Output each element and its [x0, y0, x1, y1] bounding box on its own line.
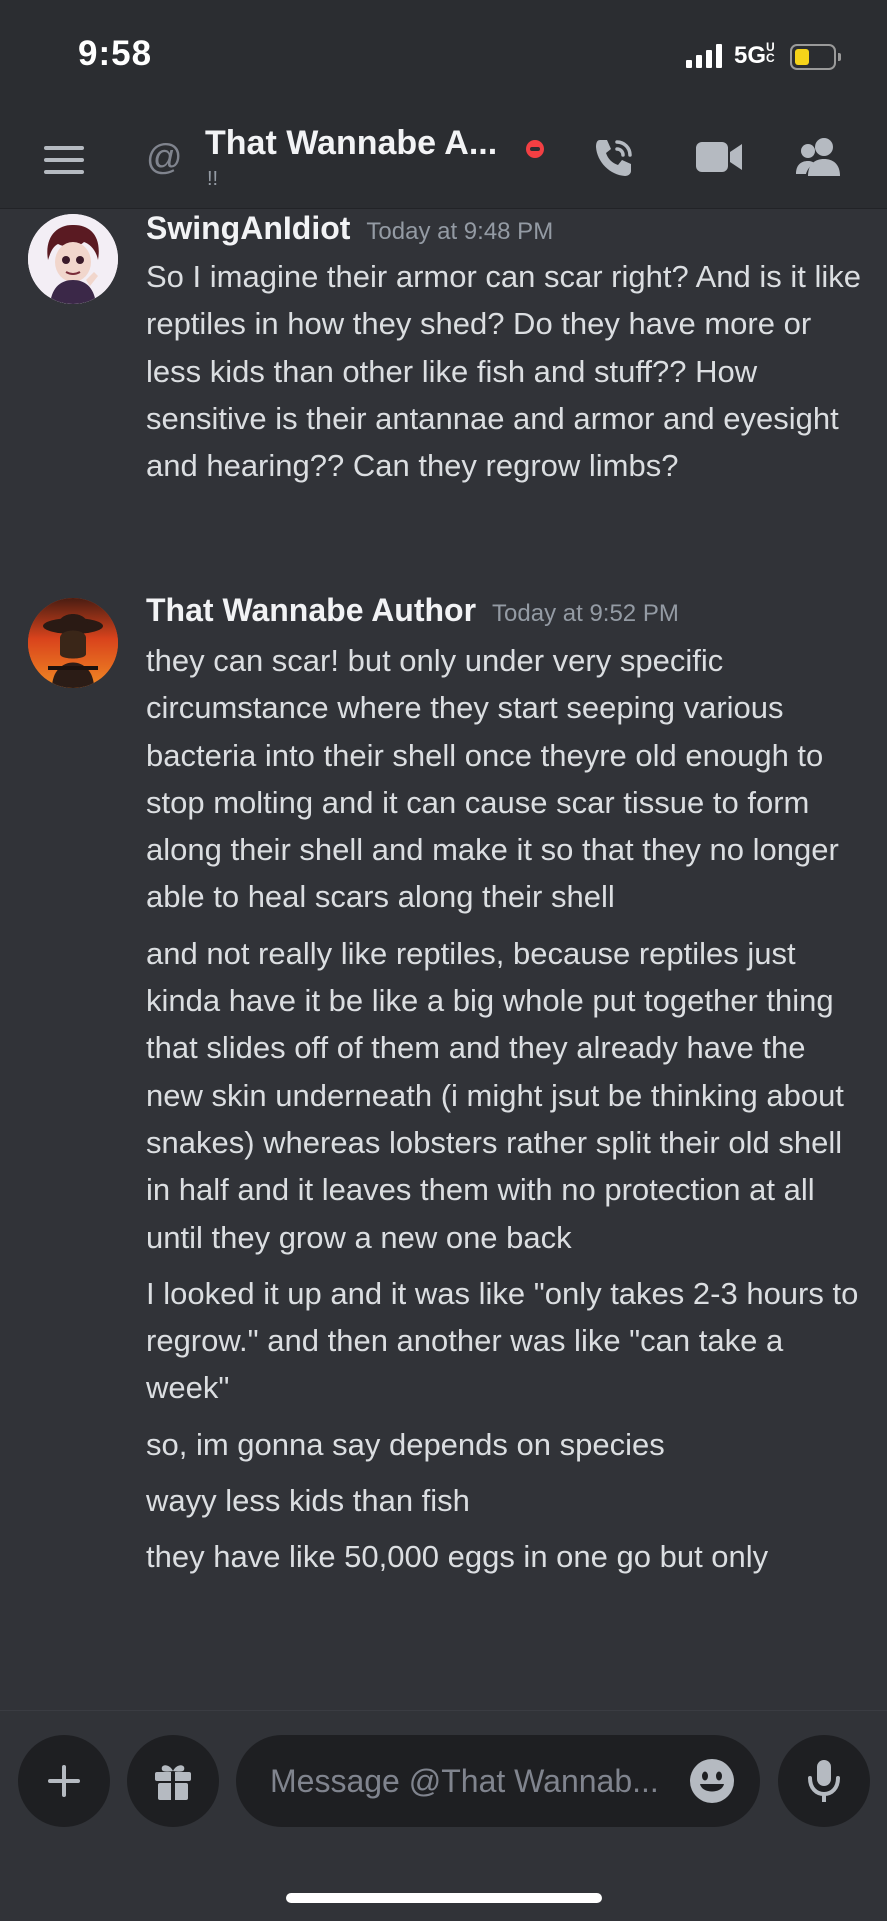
network-suffix: UC — [766, 40, 775, 65]
avatar[interactable] — [28, 214, 118, 304]
do-not-disturb-status-icon — [526, 140, 544, 158]
message-meta: SwingAnIdiot Today at 9:48 PM — [146, 210, 553, 247]
signal-icon — [686, 44, 722, 68]
video-call-icon[interactable] — [694, 138, 744, 178]
members-icon[interactable] — [794, 134, 844, 180]
message-content: So I imagine their armor can scar right?… — [146, 253, 866, 489]
network-label: 5G — [734, 42, 767, 69]
plus-icon — [48, 1765, 80, 1797]
message-content: they can scar! but only under very speci… — [146, 637, 866, 1581]
dm-custom-status: !! — [207, 168, 219, 190]
message-text: I looked it up and it was like "only tak… — [146, 1275, 859, 1406]
message-text: so, im gonna say depends on species — [146, 1426, 665, 1462]
message-text: wayy less kids than fish — [146, 1483, 470, 1519]
emoji-button[interactable] — [688, 1757, 736, 1810]
message-timestamp: Today at 9:52 PM — [492, 600, 679, 627]
voice-message-button[interactable] — [778, 1735, 870, 1827]
author-name[interactable]: That Wannabe Author — [146, 592, 476, 628]
dm-header: @ That Wannabe A... !! — [0, 110, 887, 209]
message-text: So I imagine their armor can scar right?… — [146, 259, 862, 484]
message-timestamp: Today at 9:48 PM — [366, 218, 554, 245]
dm-title[interactable]: That Wannabe A... — [205, 124, 497, 163]
message-meta: That Wannabe Author Today at 9:52 PM — [146, 592, 679, 629]
add-attachment-button[interactable] — [18, 1735, 110, 1827]
home-indicator[interactable] — [286, 1893, 602, 1903]
message-list[interactable]: SwingAnIdiot Today at 9:48 PM So I imagin… — [0, 208, 887, 1710]
emoji-icon — [690, 1759, 734, 1803]
gift-icon — [155, 1765, 191, 1800]
message-input[interactable]: Message @That Wannab... — [236, 1735, 760, 1827]
message-text: and not really like reptiles, because re… — [146, 935, 844, 1255]
battery-fill — [795, 49, 809, 65]
author-name[interactable]: SwingAnIdiot — [146, 210, 350, 246]
gift-button[interactable] — [127, 1735, 219, 1827]
avatar[interactable] — [28, 598, 118, 688]
message-text: they can scar! but only under very speci… — [146, 643, 839, 915]
battery-icon — [790, 44, 841, 70]
menu-icon[interactable] — [44, 146, 84, 174]
network-indicator: 5GUC — [734, 40, 776, 70]
message-composer: Message @That Wannab... — [0, 1710, 887, 1921]
status-time: 9:58 — [78, 34, 153, 73]
message-text: they have like 50,000 eggs in one go but… — [146, 1539, 769, 1575]
at-icon: @ — [146, 136, 183, 177]
status-bar: 9:58 5GUC — [0, 0, 887, 110]
message-input-placeholder: Message @That Wannab... — [270, 1763, 659, 1799]
voice-call-icon[interactable] — [590, 134, 638, 182]
microphone-icon — [808, 1760, 840, 1802]
